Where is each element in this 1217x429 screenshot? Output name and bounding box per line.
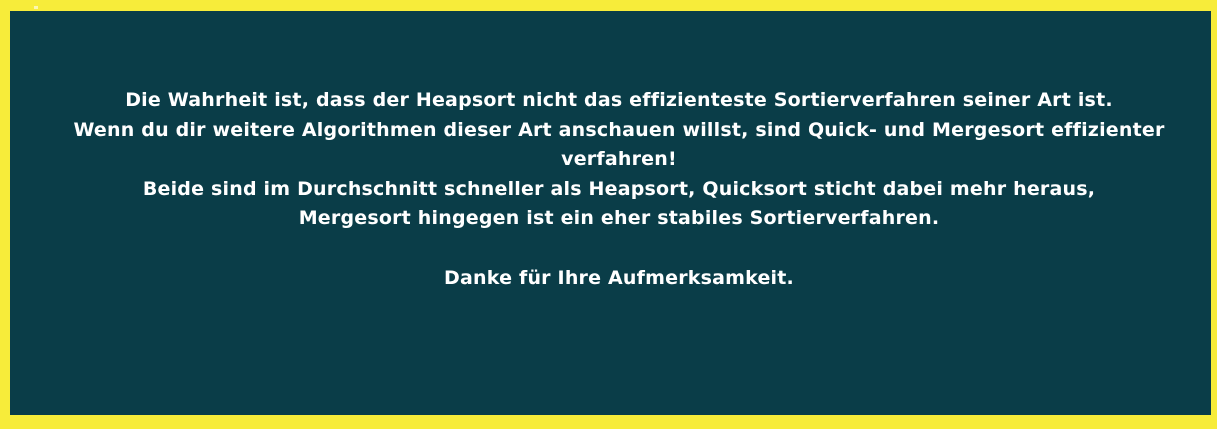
text-line-1: Die Wahrheit ist, dass der Heapsort nich… — [125, 89, 1113, 111]
text-line-3: Beide sind im Durchschnitt schneller als… — [142, 177, 1096, 200]
slide-frame: Die Wahrheit ist, dass der Heapsort nich… — [0, 0, 1217, 429]
corner-mark — [34, 6, 38, 9]
closing-text: Danke für Ihre Aufmerksamkeit. — [444, 266, 794, 289]
text-line-4: Mergesort hingegen ist ein eher stabiles… — [298, 207, 940, 230]
slide-text: Die Wahrheit ist, dass der Heapsort nich… — [30, 86, 1208, 293]
text-line-2: Wenn du dir weitere Algorithmen dieser A… — [73, 118, 1165, 171]
